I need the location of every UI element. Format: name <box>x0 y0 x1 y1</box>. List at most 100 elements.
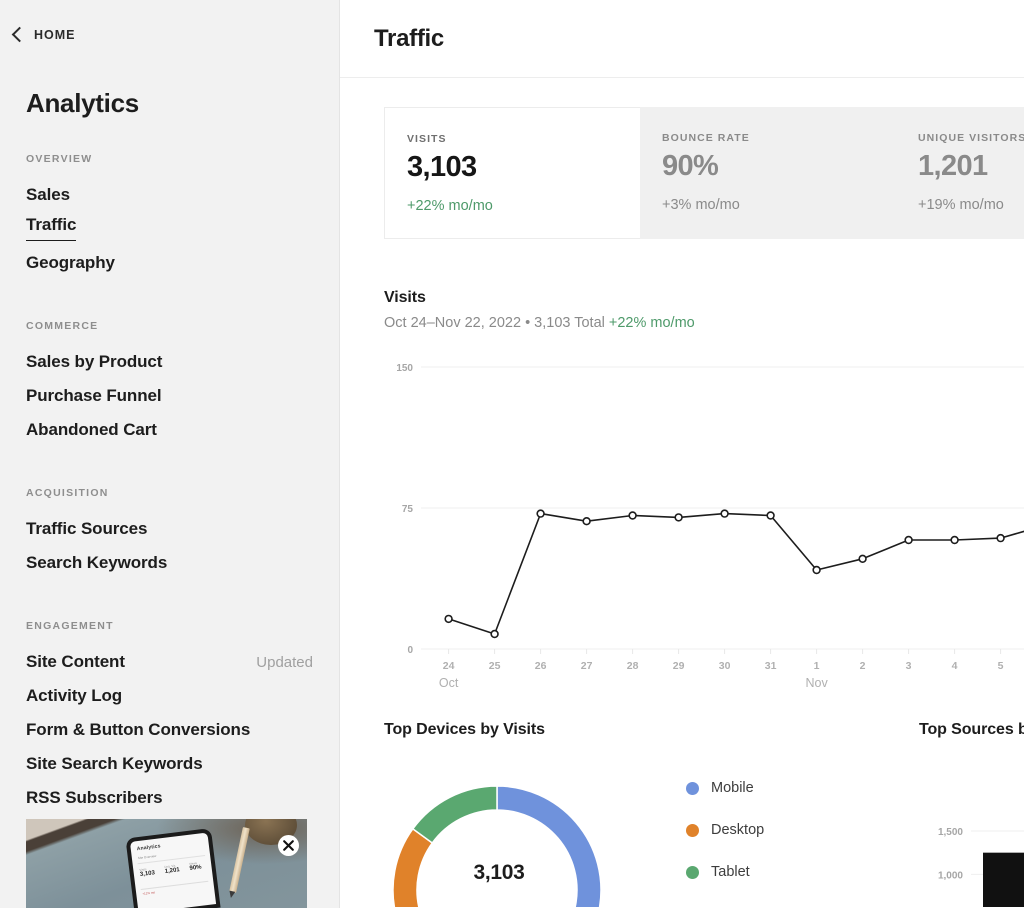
home-label: HOME <box>34 28 76 42</box>
stat-delta: +3% mo/mo <box>662 197 740 213</box>
sidebar-item-label: Site Search Keywords <box>26 754 203 773</box>
legend-item-tablet[interactable]: Tablet <box>686 851 764 893</box>
sidebar-item-form-button-conversions[interactable]: Form & Button Conversions <box>0 713 339 747</box>
sidebar-item-traffic-sources[interactable]: Traffic Sources <box>0 512 339 546</box>
sidebar-item-label: Abandoned Cart <box>26 420 157 439</box>
svg-text:29: 29 <box>673 660 685 672</box>
legend-item-desktop[interactable]: Desktop <box>686 809 764 851</box>
promo-phone-stat: Views 90% <box>189 860 210 872</box>
svg-text:1,500: 1,500 <box>938 827 963 838</box>
legend-color-swatch <box>686 781 699 795</box>
promo-phone-stat-value: 3,103 <box>139 870 156 879</box>
sidebar-item-label: Purchase Funnel <box>26 386 162 405</box>
sidebar-item-label: Site Content <box>26 652 125 671</box>
close-icon[interactable] <box>278 835 299 856</box>
promo-phone-mockup: Analytics Site Overview Visits 3,103 Unq… <box>125 828 221 908</box>
svg-text:3: 3 <box>906 660 912 672</box>
status-badge: Updated <box>256 654 313 671</box>
donut-legend: Mobile Desktop Tablet <box>686 767 764 893</box>
sidebar-item-label: Traffic Sources <box>26 519 148 538</box>
svg-text:27: 27 <box>581 660 593 672</box>
group-label: ENGAGEMENT <box>26 620 114 632</box>
sidebar-item-label: Sales by Product <box>26 352 163 371</box>
svg-text:75: 75 <box>402 504 414 515</box>
sidebar-item-sales-by-product[interactable]: Sales by Product <box>0 345 339 379</box>
legend-label: Tablet <box>711 864 750 880</box>
top-sources-bar-chart[interactable]: 1,000 1,500 <box>919 757 1024 907</box>
svg-text:1: 1 <box>814 660 820 672</box>
visits-line-chart[interactable]: 0751502425262728293031123456789101112Oct… <box>384 359 1024 699</box>
stat-label: BOUNCE RATE <box>662 132 750 144</box>
sidebar-item-search-keywords[interactable]: Search Keywords <box>0 546 339 580</box>
sidebar-group-overview: OVERVIEW Sales Traffic Geography <box>0 153 339 280</box>
stat-delta: +22% mo/mo <box>407 198 493 214</box>
sidebar-item-sales[interactable]: Sales <box>0 178 339 212</box>
promo-card[interactable]: Analytics Site Overview Visits 3,103 Unq… <box>26 819 307 908</box>
sidebar-item-activity-log[interactable]: Activity Log <box>0 679 339 713</box>
sidebar-group-acquisition: ACQUISITION Traffic Sources Search Keywo… <box>0 487 339 580</box>
sidebar-item-label: Activity Log <box>26 686 123 705</box>
svg-text:Nov: Nov <box>805 676 828 690</box>
visits-line-chart-svg: 0751502425262728293031123456789101112Oct… <box>396 363 1024 690</box>
stat-value: 90% <box>662 150 719 182</box>
page-header: Traffic <box>340 0 1024 78</box>
legend-label: Desktop <box>711 822 765 838</box>
promo-image: Analytics Site Overview Visits 3,103 Unq… <box>26 819 307 908</box>
svg-text:28: 28 <box>627 660 639 672</box>
stat-card-visits[interactable]: VISITS 3,103 +22% mo/mo <box>384 107 640 239</box>
group-label: COMMERCE <box>26 320 99 332</box>
top-devices-panel: Top Devices by Visits 3,103 Mobile Deskt… <box>384 721 919 908</box>
stat-delta: +19% mo/mo <box>918 197 1004 213</box>
sidebar-item-label: Search Keywords <box>26 553 168 572</box>
sidebar: HOME Analytics OVERVIEW Sales Traffic Ge… <box>0 0 340 908</box>
visits-title: Visits <box>384 289 426 306</box>
visits-subtitle: Oct 24–Nov 22, 2022 • 3,103 Total +22% m… <box>384 315 1024 331</box>
promo-phone-stat: Visits 3,103 <box>139 866 160 878</box>
svg-text:0: 0 <box>407 645 413 656</box>
chevron-left-icon <box>11 26 28 43</box>
legend-color-swatch <box>686 823 699 837</box>
sidebar-item-traffic[interactable]: Traffic <box>0 212 339 246</box>
svg-text:24: 24 <box>443 660 455 672</box>
sidebar-item-label: Geography <box>26 253 115 272</box>
sidebar-title: Analytics <box>26 88 139 118</box>
top-devices-title: Top Devices by Visits <box>384 721 545 738</box>
legend-item-mobile[interactable]: Mobile <box>686 767 764 809</box>
stat-value: 1,201 <box>918 150 988 182</box>
stat-label: VISITS <box>407 133 447 145</box>
stat-value: 3,103 <box>407 151 477 183</box>
stat-card-unique-visitors[interactable]: UNIQUE VISITORS 1,201 +19% mo/mo <box>896 107 1024 239</box>
stat-card-bounce-rate[interactable]: BOUNCE RATE 90% +3% mo/mo <box>640 107 896 239</box>
visits-section: Visits Oct 24–Nov 22, 2022 • 3,103 Total… <box>384 289 1024 699</box>
sidebar-item-site-content[interactable]: Site Content Updated <box>0 645 339 679</box>
sidebar-item-abandoned-cart[interactable]: Abandoned Cart <box>0 413 339 447</box>
svg-text:150: 150 <box>396 363 413 374</box>
sidebar-item-site-search-keywords[interactable]: Site Search Keywords <box>0 747 339 781</box>
sidebar-item-purchase-funnel[interactable]: Purchase Funnel <box>0 379 339 413</box>
svg-text:30: 30 <box>719 660 731 672</box>
visits-subtitle-delta: +22% mo/mo <box>608 315 695 331</box>
sidebar-item-geography[interactable]: Geography <box>0 246 339 280</box>
back-home-link[interactable]: HOME <box>0 0 339 43</box>
sidebar-item-label: Sales <box>26 185 70 204</box>
analytics-app: HOME Analytics OVERVIEW Sales Traffic Ge… <box>0 0 1024 908</box>
sidebar-group-engagement: ENGAGEMENT Site Content Updated Activity… <box>0 620 339 815</box>
svg-text:25: 25 <box>489 660 501 672</box>
top-sources-title: Top Sources by Visits <box>919 721 1024 738</box>
stat-label: UNIQUE VISITORS <box>918 132 1024 144</box>
promo-phone-stat-value: 1,201 <box>164 867 181 875</box>
svg-text:31: 31 <box>765 660 777 672</box>
promo-phone-stat-value: 90% <box>189 864 202 872</box>
svg-text:1,000: 1,000 <box>938 870 963 881</box>
donut-chart[interactable]: 3,103 <box>384 757 614 908</box>
top-sources-panel: Top Sources by Visits 1,000 1,500 <box>919 721 1024 907</box>
svg-text:4: 4 <box>952 660 958 672</box>
svg-text:Oct: Oct <box>439 676 459 690</box>
page-title: Traffic <box>374 24 444 52</box>
svg-text:26: 26 <box>535 660 547 672</box>
legend-color-swatch <box>686 865 699 879</box>
sidebar-item-rss-subscribers[interactable]: RSS Subscribers <box>0 781 339 815</box>
group-label: OVERVIEW <box>26 153 93 165</box>
group-label: ACQUISITION <box>26 487 109 499</box>
stats-strip: VISITS 3,103 +22% mo/mo BOUNCE RATE 90% … <box>384 107 1024 239</box>
